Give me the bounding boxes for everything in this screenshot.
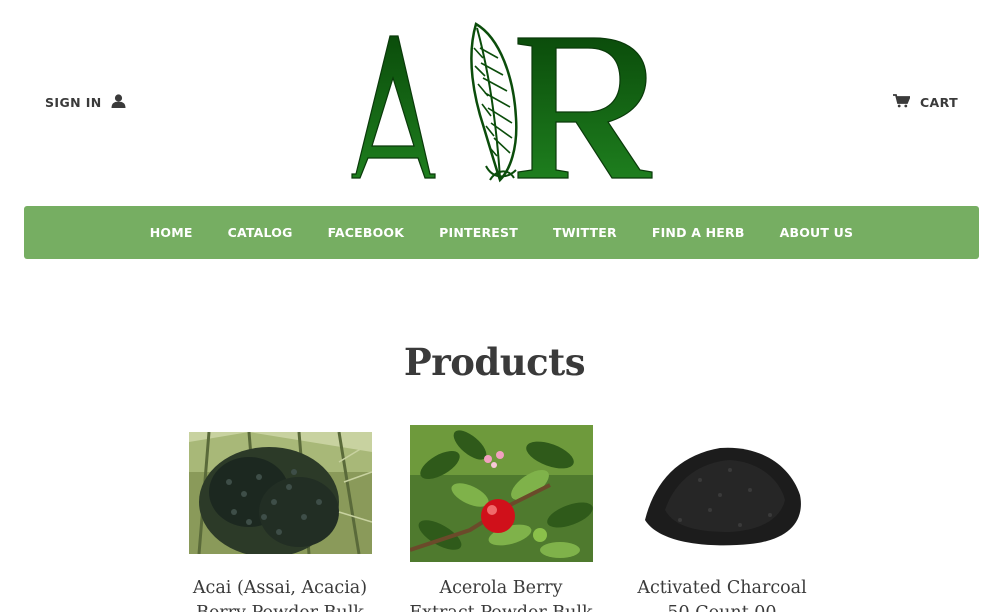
nav-item-twitter[interactable]: TWITTER (535, 206, 634, 259)
site-header: SIGN IN CART (0, 0, 989, 200)
cart-icon (892, 94, 911, 111)
product-name-line: Acerola Berry (439, 578, 563, 598)
nav-item-home[interactable]: HOME (132, 206, 210, 259)
site-logo[interactable] (350, 18, 655, 183)
product-name-line: Extract Powder Bulk (391, 601, 611, 612)
product-image-charcoal[interactable] (640, 440, 805, 550)
sign-in-link[interactable]: SIGN IN (45, 94, 126, 111)
nav-item-about-us[interactable]: ABOUT US (762, 206, 871, 259)
product-name-charcoal[interactable]: Activated Charcoal 50 Count 00 (612, 576, 832, 612)
product-name-acai[interactable]: Acai (Assai, Acacia) Berry Powder Bulk (170, 576, 390, 612)
product-name-acerola[interactable]: Acerola Berry Extract Powder Bulk (391, 576, 611, 612)
user-icon (111, 94, 126, 111)
product-name-line: Acai (Assai, Acacia) (192, 578, 368, 598)
sign-in-label: SIGN IN (45, 95, 102, 110)
nav-item-catalog[interactable]: CATALOG (210, 206, 310, 259)
cart-label: CART (919, 95, 958, 110)
cart-link[interactable]: CART (892, 94, 958, 111)
product-image-acai[interactable] (189, 431, 373, 557)
main-nav: HOME CATALOG FACEBOOK PINTEREST TWITTER … (24, 206, 979, 259)
nav-item-find-a-herb[interactable]: FIND A HERB (634, 206, 762, 259)
nav-item-pinterest[interactable]: PINTEREST (422, 206, 536, 259)
product-name-line: 50 Count 00 (612, 601, 832, 612)
product-name-line: Berry Powder Bulk (170, 601, 390, 612)
product-name-line: Activated Charcoal (637, 578, 807, 598)
nav-item-facebook[interactable]: FACEBOOK (310, 206, 422, 259)
product-image-acerola[interactable] (409, 425, 593, 562)
air-logo-icon (351, 22, 653, 183)
page-title: Products (403, 340, 586, 384)
